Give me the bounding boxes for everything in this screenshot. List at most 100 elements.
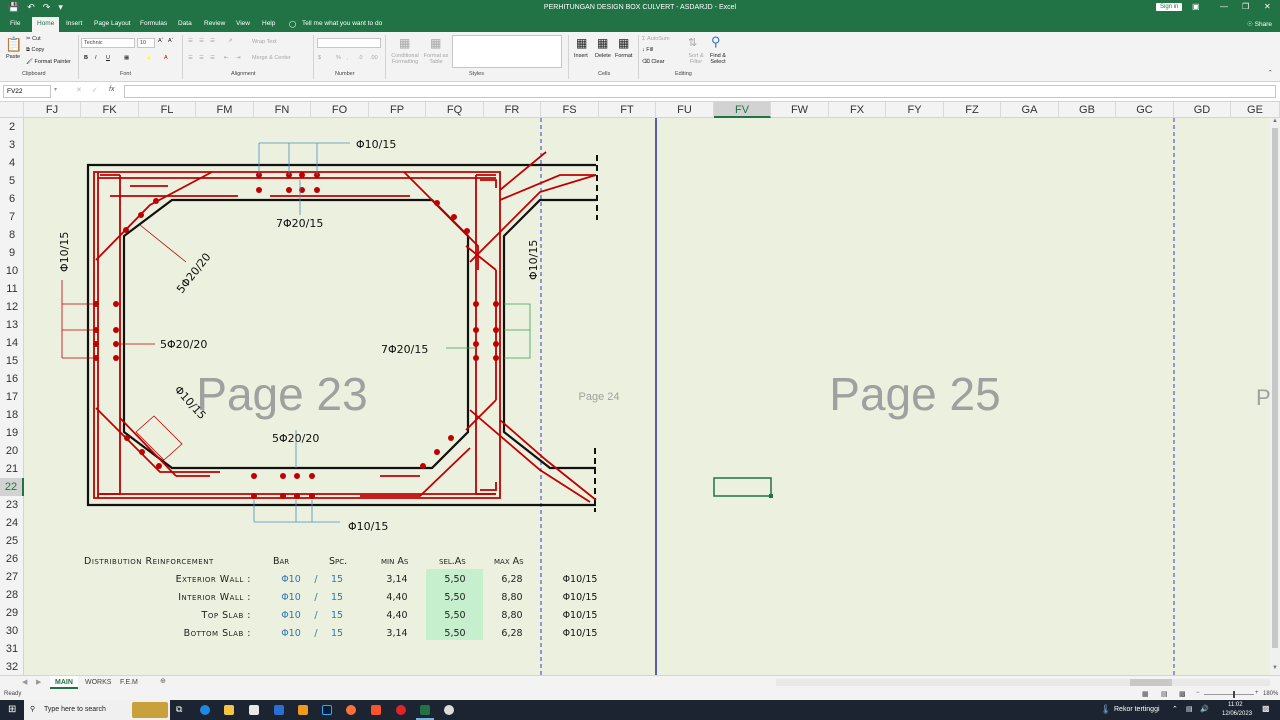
sheet-tab-works[interactable]: WORKS bbox=[80, 676, 116, 689]
find-select-icon[interactable]: ⚲ bbox=[711, 34, 721, 50]
tab-data[interactable]: Data bbox=[178, 20, 192, 27]
network-icon[interactable]: ▤ bbox=[1186, 705, 1193, 713]
insert-cells-button[interactable]: Insert bbox=[574, 53, 588, 59]
format-cells-button[interactable]: Format bbox=[615, 53, 632, 59]
page-layout-view-icon[interactable]: ▤ bbox=[1161, 690, 1168, 698]
column-header[interactable]: FR bbox=[484, 102, 541, 118]
brave-icon[interactable] bbox=[371, 705, 381, 715]
sheet-tab-main[interactable]: MAIN bbox=[50, 676, 78, 689]
close-icon[interactable]: ✕ bbox=[1264, 2, 1271, 11]
fill-handle[interactable] bbox=[769, 494, 773, 498]
row-header[interactable]: 11 bbox=[0, 280, 24, 298]
orientation-icon[interactable]: ⇗ bbox=[228, 38, 233, 44]
cut-button[interactable]: ✂ Cut bbox=[26, 36, 41, 42]
row-header[interactable]: 19 bbox=[0, 424, 24, 442]
chrome-icon[interactable] bbox=[444, 705, 454, 715]
font-size-box[interactable]: 10 bbox=[137, 38, 155, 48]
column-header[interactable]: FU bbox=[656, 102, 714, 118]
tab-formulas[interactable]: Formulas bbox=[140, 20, 167, 27]
row-header[interactable]: 2 bbox=[0, 118, 24, 136]
column-header[interactable]: FK bbox=[81, 102, 139, 118]
zoom-out-icon[interactable]: − bbox=[1196, 690, 1200, 696]
windows-start-icon[interactable]: ⊞ bbox=[8, 704, 16, 715]
file-explorer-icon[interactable] bbox=[224, 705, 234, 715]
maximize-icon[interactable]: ❐ bbox=[1242, 2, 1249, 11]
row-header[interactable]: 24 bbox=[0, 514, 24, 532]
clock-date[interactable]: 12/06/2023 bbox=[1222, 711, 1252, 717]
paste-icon[interactable]: 📋 bbox=[5, 36, 22, 53]
underline-button[interactable]: U bbox=[106, 55, 110, 61]
sort-filter-button[interactable]: Sort & Filter bbox=[686, 53, 706, 65]
number-format-box[interactable] bbox=[317, 38, 381, 48]
edge-icon[interactable] bbox=[200, 705, 210, 715]
align-left-icon[interactable]: ☰ bbox=[188, 55, 193, 61]
row-header[interactable]: 21 bbox=[0, 460, 24, 478]
sheet-tab-fem[interactable]: F.E.M bbox=[115, 676, 143, 689]
h-scroll-thumb[interactable] bbox=[1130, 679, 1172, 686]
scroll-thumb[interactable] bbox=[1272, 128, 1278, 648]
zoom-level[interactable]: 180% bbox=[1263, 691, 1278, 697]
align-right-icon[interactable]: ☰ bbox=[210, 55, 215, 61]
indent-decrease-icon[interactable]: ⇤ bbox=[224, 55, 229, 61]
column-header[interactable]: FP bbox=[369, 102, 426, 118]
tell-me-box[interactable]: Tell me what you want to do bbox=[302, 20, 382, 27]
row-header-selected[interactable]: 22 bbox=[0, 478, 24, 496]
tab-home[interactable]: Home bbox=[32, 17, 60, 32]
tab-view[interactable]: View bbox=[236, 20, 250, 27]
row-header[interactable]: 17 bbox=[0, 388, 24, 406]
column-header[interactable]: FJ bbox=[24, 102, 81, 118]
column-header[interactable]: FZ bbox=[944, 102, 1001, 118]
format-as-table-button[interactable]: Format as Table bbox=[423, 53, 449, 65]
clear-button[interactable]: ⌫ Clear bbox=[642, 59, 664, 65]
select-all-corner[interactable] bbox=[0, 102, 24, 118]
notification-icon[interactable]: ▩ bbox=[1262, 704, 1270, 713]
row-header[interactable]: 9 bbox=[0, 244, 24, 262]
zoom-slider[interactable] bbox=[1204, 691, 1254, 698]
scroll-down-icon[interactable]: ▼ bbox=[1272, 665, 1278, 671]
tab-file[interactable]: File bbox=[10, 20, 20, 27]
row-header[interactable]: 23 bbox=[0, 496, 24, 514]
percent-icon[interactable]: % bbox=[336, 55, 341, 61]
bold-button[interactable]: B bbox=[84, 55, 88, 61]
column-header[interactable]: GA bbox=[1001, 102, 1059, 118]
conditional-formatting-icon[interactable]: ▦ bbox=[399, 36, 410, 50]
row-header[interactable]: 27 bbox=[0, 568, 24, 586]
active-cell[interactable] bbox=[713, 477, 772, 497]
row-header[interactable]: 6 bbox=[0, 190, 24, 208]
photoshop-icon[interactable] bbox=[322, 705, 332, 715]
decrease-decimal-icon[interactable]: .00 bbox=[370, 55, 378, 61]
row-header[interactable]: 30 bbox=[0, 622, 24, 640]
row-header[interactable]: 31 bbox=[0, 640, 24, 658]
column-header[interactable]: GC bbox=[1116, 102, 1174, 118]
column-header[interactable]: FW bbox=[771, 102, 829, 118]
row-header[interactable]: 15 bbox=[0, 352, 24, 370]
excel-icon[interactable] bbox=[420, 705, 430, 715]
row-header[interactable]: 5 bbox=[0, 172, 24, 190]
column-header[interactable]: FQ bbox=[426, 102, 484, 118]
row-header[interactable]: 7 bbox=[0, 208, 24, 226]
row-header[interactable]: 8 bbox=[0, 226, 24, 244]
row-header[interactable]: 26 bbox=[0, 550, 24, 568]
copy-button[interactable]: ⧉ Copy bbox=[26, 47, 44, 54]
app-icon[interactable] bbox=[298, 705, 308, 715]
grow-font-icon[interactable]: Aˆ bbox=[158, 38, 164, 44]
formula-input[interactable] bbox=[124, 85, 1276, 98]
font-color-icon[interactable]: A bbox=[164, 55, 168, 61]
align-bottom-icon[interactable]: ☰ bbox=[210, 38, 215, 44]
row-header[interactable]: 3 bbox=[0, 136, 24, 154]
name-box-dropdown-icon[interactable]: ▾ bbox=[54, 86, 57, 93]
conditional-formatting-button[interactable]: Conditional Formatting bbox=[388, 53, 422, 65]
row-header[interactable]: 13 bbox=[0, 316, 24, 334]
merge-center-button[interactable]: Merge & Center bbox=[252, 55, 291, 61]
zoom-slider-thumb[interactable] bbox=[1233, 691, 1235, 698]
vivaldi-icon[interactable] bbox=[396, 705, 406, 715]
comma-icon[interactable]: , bbox=[347, 55, 349, 61]
firefox-icon[interactable] bbox=[346, 705, 356, 715]
tray-chevron-icon[interactable]: ⌃ bbox=[1172, 705, 1178, 713]
tab-insert[interactable]: Insert bbox=[66, 20, 82, 27]
worksheet-grid[interactable]: Page 23 Page 24 Page 25 P Φ10/15 7Φ20/15… bbox=[24, 118, 1270, 675]
autosum-button[interactable]: Σ AutoSum bbox=[642, 36, 670, 42]
vertical-scrollbar[interactable]: ▲ ▼ bbox=[1270, 118, 1280, 675]
insert-function-button[interactable]: fx bbox=[109, 86, 114, 93]
currency-icon[interactable]: $ bbox=[318, 55, 321, 61]
